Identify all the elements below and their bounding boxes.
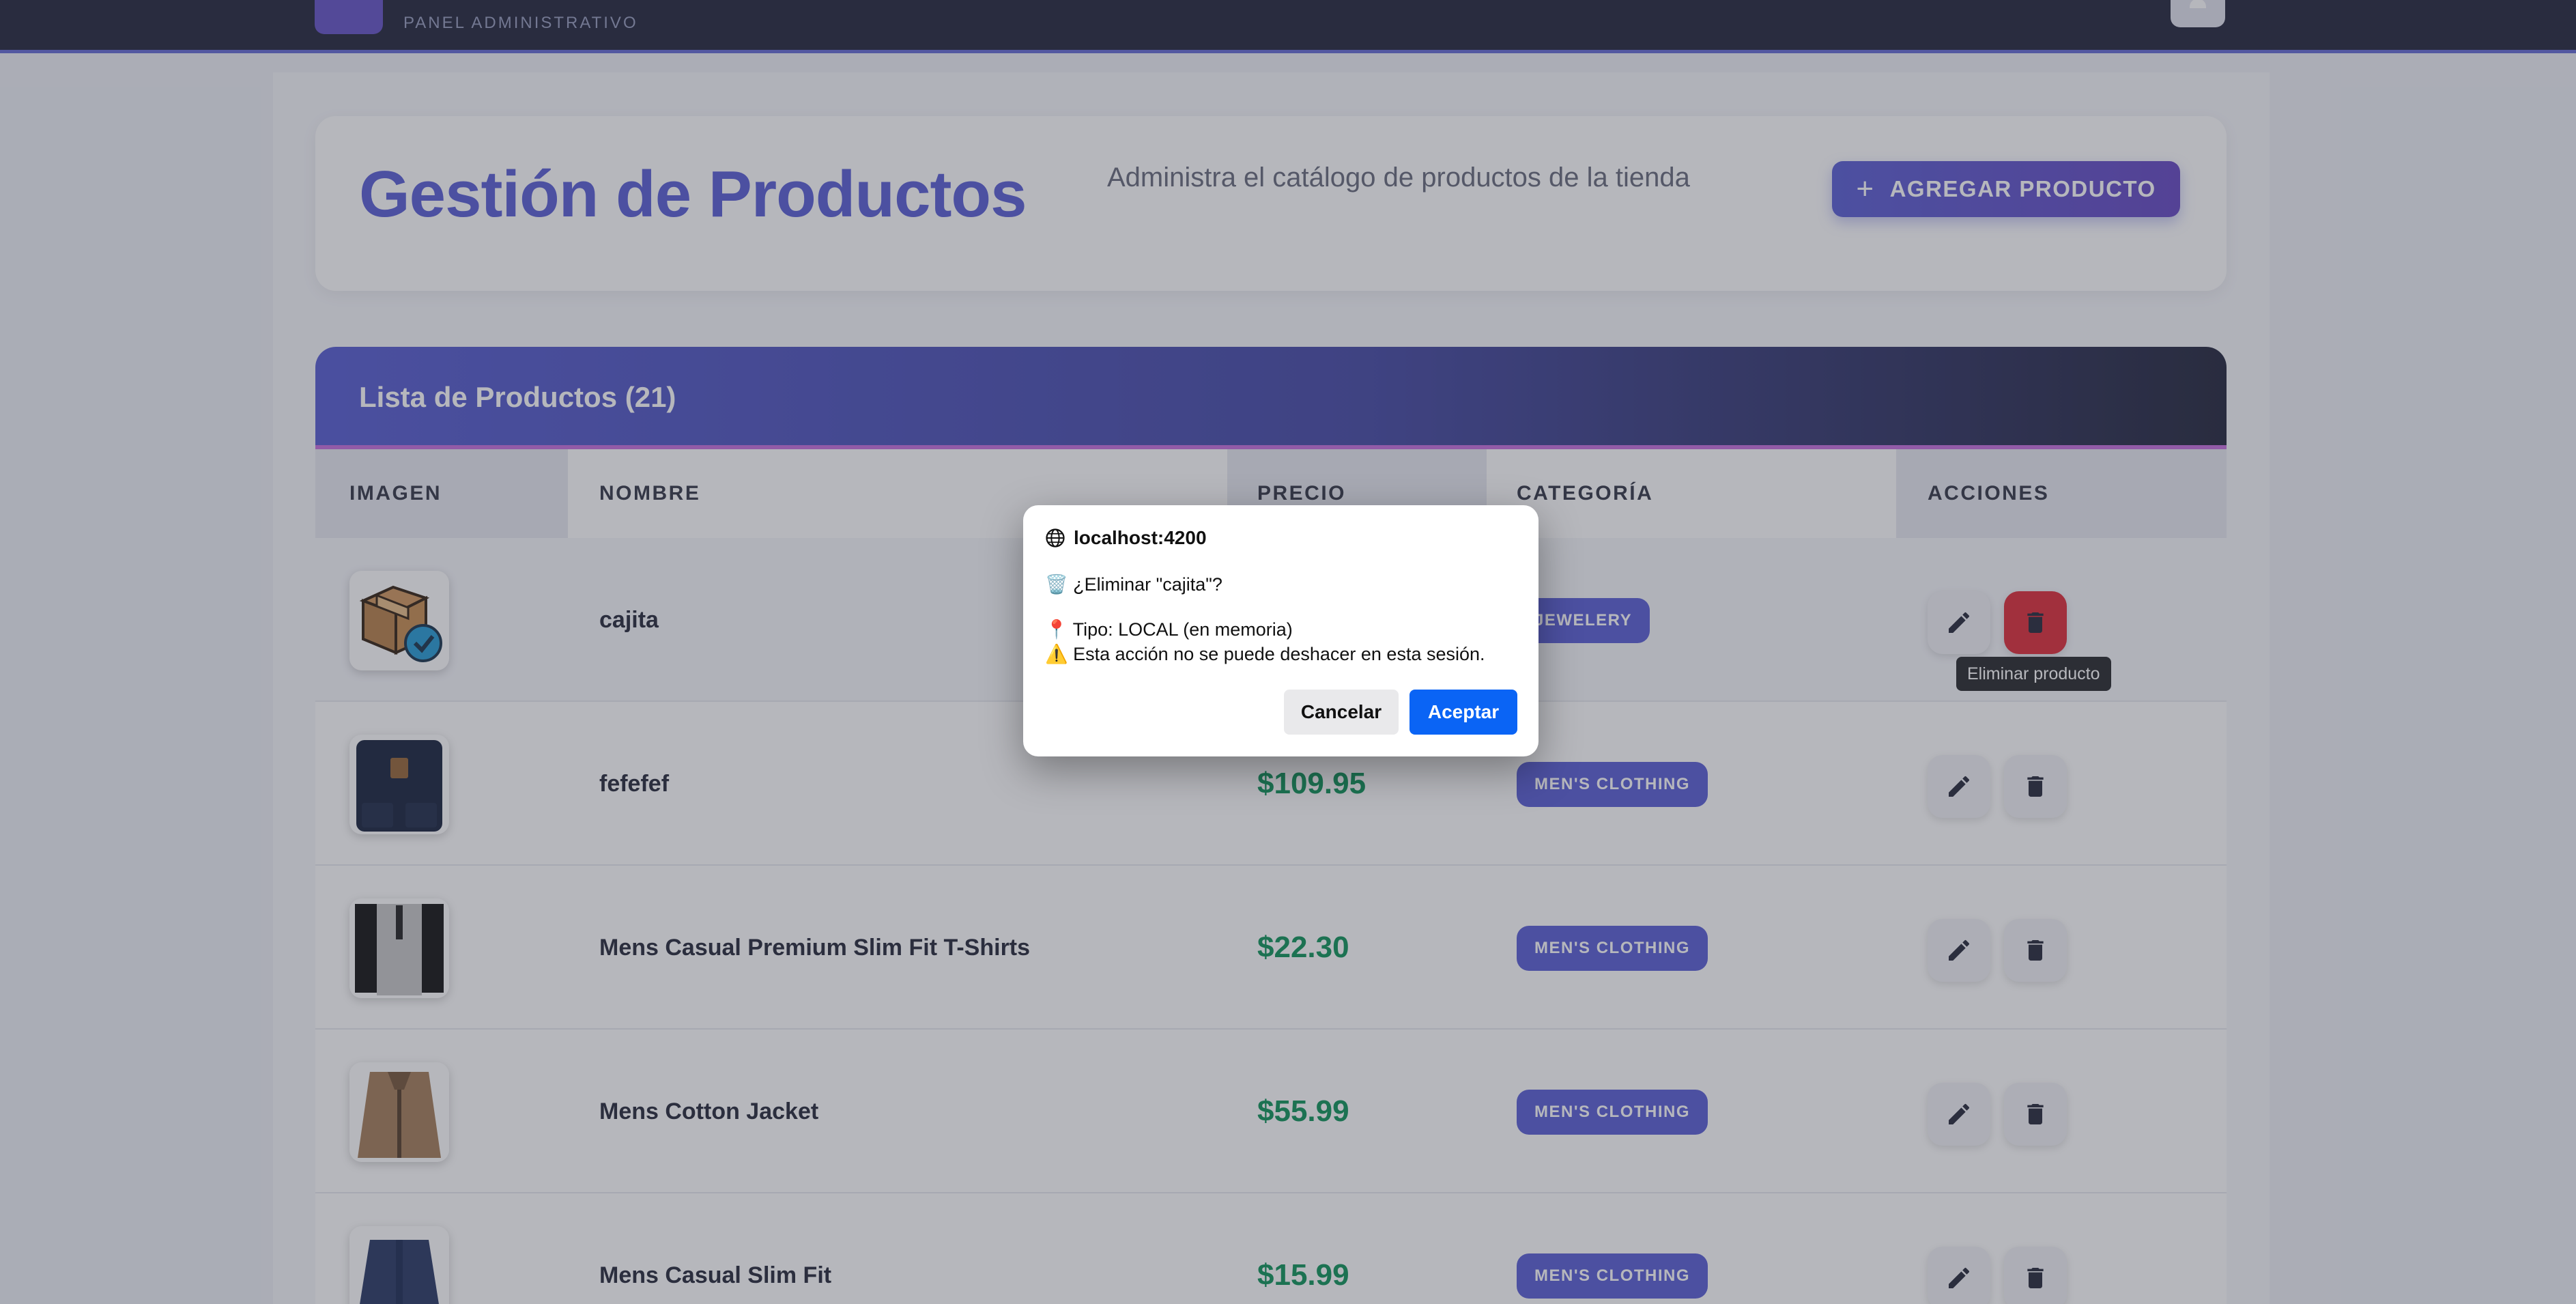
globe-icon xyxy=(1046,528,1065,548)
accept-button[interactable]: Aceptar xyxy=(1409,690,1517,735)
dialog-question: 🗑️ ¿Eliminar "cajita"? xyxy=(1045,574,1222,595)
cancel-button[interactable]: Cancelar xyxy=(1284,690,1399,735)
confirm-dialog: localhost:4200 🗑️ ¿Eliminar "cajita"? 📍 … xyxy=(1023,505,1539,756)
dialog-type-line: 📍 Tipo: LOCAL (en memoria) xyxy=(1045,619,1293,640)
dialog-origin: localhost:4200 xyxy=(1045,527,1207,549)
dialog-warning-line: ⚠️ Esta acción no se puede deshacer en e… xyxy=(1045,644,1485,664)
dialog-origin-text: localhost:4200 xyxy=(1074,527,1207,548)
